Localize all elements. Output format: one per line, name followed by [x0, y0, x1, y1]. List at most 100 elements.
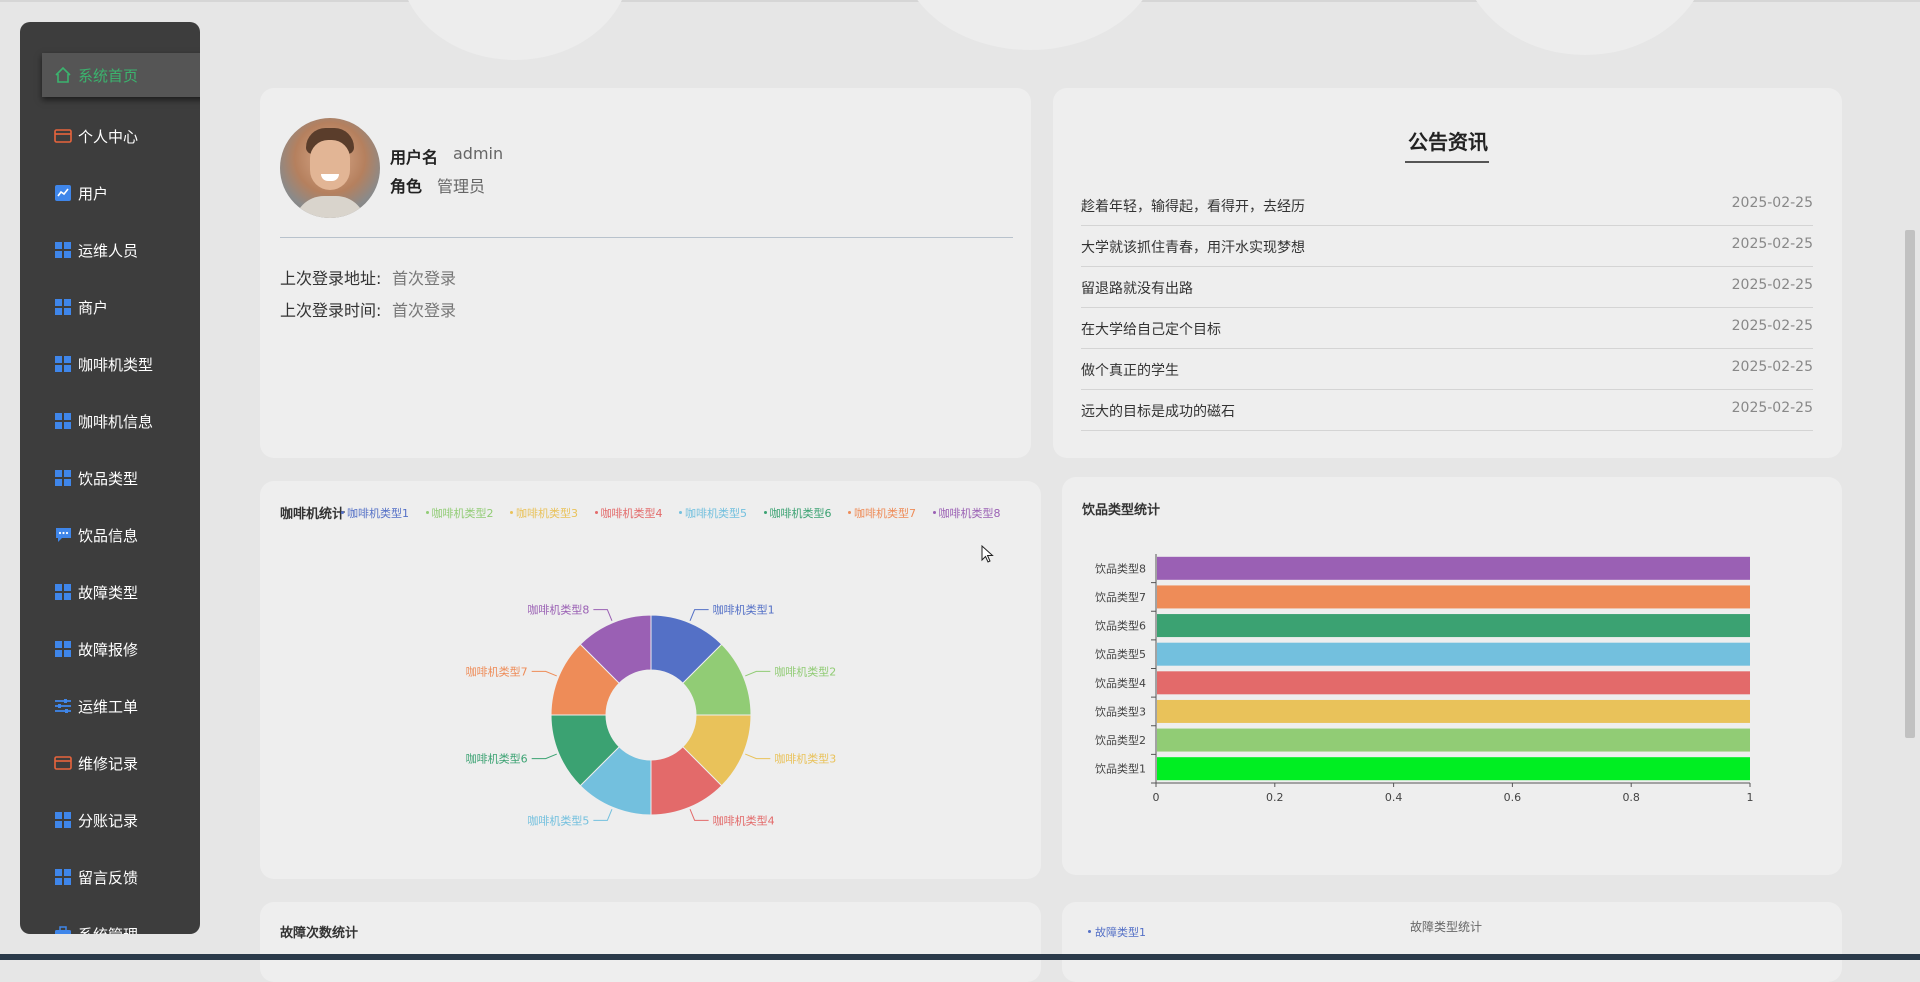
drink-type-bar-chart: 饮品类型1 饮品类型2 饮品类型3 饮品类型4 饮品类型5 饮品类型6 饮品类型7 饮品类型8…: [1095, 554, 1754, 804]
sidebar-item-11[interactable]: 故障报修: [20, 627, 200, 671]
news-item[interactable]: 做个真正的学生 2025-02-25: [1081, 348, 1813, 390]
sidebar-item-4[interactable]: 运维人员: [20, 228, 200, 272]
news-item[interactable]: 趁着年轻，输得起，看得开，去经历 2025-02-25: [1081, 184, 1813, 226]
pie-slice-label: 咖啡机类型1: [713, 603, 775, 617]
grid-icon: [54, 241, 72, 259]
bar[interactable]: [1157, 671, 1750, 695]
sidebar-item-8[interactable]: 饮品类型: [20, 456, 200, 500]
news-item-date: 2025-02-25: [1731, 236, 1813, 252]
x-tick-label: 0.4: [1385, 791, 1403, 804]
background-decoration: [1460, 0, 1710, 55]
legend-item: 故障类型1: [1095, 926, 1146, 939]
sidebar-item-label: 故障类型: [78, 583, 139, 602]
news-item[interactable]: 大学就该抓住青春，用汗水实现梦想 2025-02-25: [1081, 225, 1813, 267]
pie-label-line: [593, 809, 613, 821]
chart-title: 故障次数统计: [280, 926, 359, 941]
sidebar-item-14[interactable]: 分账记录: [20, 798, 200, 842]
sidebar-item-label: 系统管理: [78, 924, 138, 935]
sidebar-item-15[interactable]: 留言反馈: [20, 855, 200, 899]
username-label: 用户名: [390, 148, 439, 167]
bar[interactable]: [1157, 642, 1750, 666]
sidebar-item-16[interactable]: 系统管理: [20, 912, 200, 934]
news-item-title[interactable]: 留退路就没有出路: [1081, 278, 1193, 298]
sidebar-item-label: 运维工单: [78, 697, 139, 716]
bar[interactable]: [1157, 585, 1750, 609]
chart-icon: [54, 184, 72, 202]
grid-icon: [54, 811, 72, 829]
role-value: 管理员: [437, 177, 486, 196]
coffee-machine-chart-card: 咖啡机统计 咖啡机类型1 咖啡机类型2 咖啡机类型3 咖啡机类型4 咖啡机类型5 咖啡机类…: [260, 481, 1041, 879]
news-item-date: 2025-02-25: [1731, 195, 1813, 211]
sidebar-item-9[interactable]: 饮品信息: [20, 513, 200, 557]
news-item-title[interactable]: 大学就该抓住青春，用汗水实现梦想: [1081, 237, 1305, 257]
sidebar-menu: 系统首页个人中心用户运维人员商户咖啡机类型咖啡机信息饮品类型饮品信息故障类型故障…: [20, 22, 200, 934]
sidebar-item-6[interactable]: 咖啡机类型: [20, 342, 200, 386]
y-tick-label: 饮品类型7: [1095, 590, 1146, 604]
sidebar-item-label: 饮品类型: [78, 469, 139, 488]
last-login-address-value: 首次登录: [392, 269, 457, 288]
news-item-date: 2025-02-25: [1731, 359, 1813, 375]
x-tick-label: 0: [1153, 791, 1160, 804]
pie-label-line: [531, 670, 557, 677]
mouse-cursor-icon: [981, 545, 994, 563]
pie-slice-label: 咖啡机类型3: [774, 752, 836, 766]
news-item[interactable]: 远大的目标是成功的磁石 2025-02-25: [1081, 389, 1813, 431]
pie-slice-label: 咖啡机类型7: [466, 664, 528, 678]
bar[interactable]: [1157, 757, 1750, 781]
sidebar-item-label: 系统首页: [78, 66, 139, 85]
role-label: 角色: [390, 177, 423, 196]
news-item-title[interactable]: 远大的目标是成功的磁石: [1081, 401, 1235, 421]
sidebar-item-7[interactable]: 咖啡机信息: [20, 399, 200, 443]
news-item-date: 2025-02-25: [1731, 277, 1813, 293]
pie-label-line: [689, 809, 709, 821]
pie-slice-label: 咖啡机类型4: [713, 813, 775, 827]
sidebar-item-label: 咖啡机信息: [78, 412, 154, 431]
sidebar-item-2[interactable]: 个人中心: [20, 114, 200, 158]
briefcase-icon: [54, 925, 72, 934]
page-scrollbar[interactable]: [1905, 230, 1915, 738]
x-tick-label: 1: [1747, 791, 1754, 804]
sidebar-item-label: 维修记录: [78, 754, 139, 773]
sidebar-item-1[interactable]: 系统首页: [42, 53, 200, 97]
news-item-date: 2025-02-25: [1731, 318, 1813, 334]
news-item[interactable]: 在大学给自己定个目标 2025-02-25: [1081, 307, 1813, 349]
last-login-time-label: 上次登录时间:: [280, 301, 382, 320]
news-item-title[interactable]: 趁着年轻，输得起，看得开，去经历: [1081, 196, 1305, 216]
bar[interactable]: [1157, 556, 1750, 580]
news-item-title[interactable]: 做个真正的学生: [1081, 360, 1179, 380]
sidebar-item-3[interactable]: 用户: [20, 171, 200, 215]
wallet-icon: [54, 127, 72, 145]
pie-label-line: [745, 753, 771, 760]
home-icon: [54, 66, 72, 84]
wallet-icon: [54, 754, 72, 772]
bar[interactable]: [1157, 728, 1750, 752]
news-card: 公告资讯 趁着年轻，输得起，看得开，去经历 2025-02-25 大学就该抓住青春，…: [1053, 88, 1842, 458]
avatar: [280, 118, 380, 218]
profile-card: 用户名 admin 角色 管理员 上次登录地址: 首次登录 上次登录时间: 首次…: [260, 88, 1031, 458]
y-tick-label: 饮品类型6: [1095, 619, 1146, 633]
sidebar-item-label: 咖啡机类型: [78, 355, 154, 374]
sidebar-item-13[interactable]: 维修记录: [20, 741, 200, 785]
news-title: 公告资讯: [1408, 130, 1488, 154]
bar[interactable]: [1157, 699, 1750, 723]
fault-type-chart-card: 故障类型1 故障类型统计: [1062, 902, 1842, 982]
x-tick-label: 0.2: [1266, 791, 1284, 804]
x-tick-label: 0.8: [1622, 791, 1640, 804]
y-tick-label: 饮品类型1: [1095, 762, 1146, 776]
x-tick-label: 0.6: [1504, 791, 1522, 804]
background-decoration: [900, 0, 1160, 50]
pie-label-line: [593, 609, 613, 621]
username-value: admin: [453, 144, 504, 163]
sidebar-item-label: 留言反馈: [78, 868, 139, 887]
bar[interactable]: [1157, 614, 1750, 638]
sidebar-item-label: 分账记录: [78, 811, 139, 830]
fault-count-chart-card: 故障次数统计: [260, 902, 1041, 982]
sidebar-item-12[interactable]: 运维工单: [20, 684, 200, 728]
news-item[interactable]: 留退路就没有出路 2025-02-25: [1081, 266, 1813, 308]
grid-icon: [54, 868, 72, 886]
news-item-title[interactable]: 在大学给自己定个目标: [1081, 319, 1221, 339]
news-item-date: 2025-02-25: [1731, 400, 1813, 416]
taskbar-strip: [0, 954, 1920, 960]
sidebar-item-5[interactable]: 商户: [20, 285, 200, 329]
sidebar-item-10[interactable]: 故障类型: [20, 570, 200, 614]
